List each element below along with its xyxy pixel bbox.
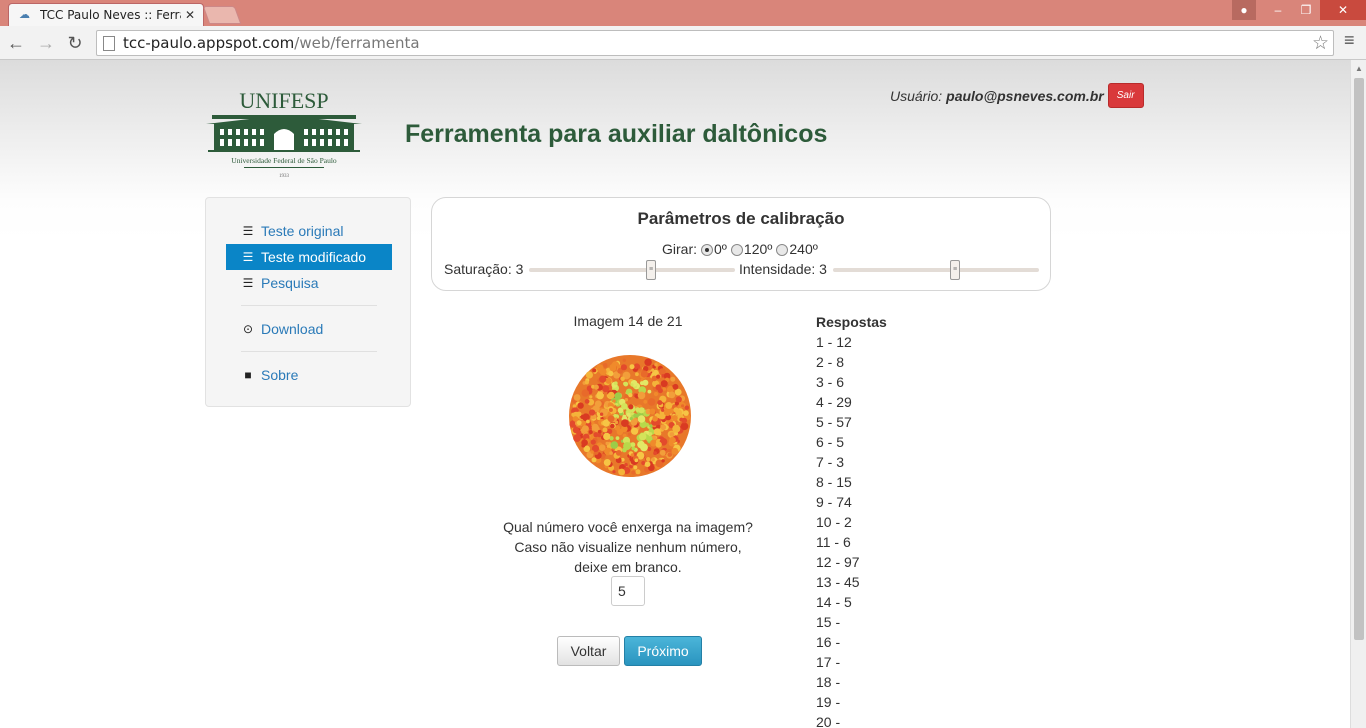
saturation-slider-track[interactable] bbox=[529, 268, 735, 272]
rotate-120-radio[interactable] bbox=[730, 244, 743, 256]
sidebar-item-pesquisa[interactable]: ☰ Pesquisa bbox=[226, 270, 392, 296]
answer-item: 2 - 8 bbox=[816, 354, 845, 370]
back-button[interactable]: Voltar bbox=[557, 636, 620, 666]
answer-item: 20 - bbox=[816, 714, 841, 728]
answer-item: 12 - 97 bbox=[816, 554, 860, 570]
image-caption: Imagem 14 de 21 bbox=[573, 313, 683, 329]
rotate-label: Girar: bbox=[662, 241, 697, 257]
answer-item: 6 - 5 bbox=[816, 434, 845, 450]
user-area: Usuário: paulo@psneves.com.br Sair bbox=[890, 83, 1144, 108]
browser-toolbar: ← → ↻ tcc-paulo.appspot.com/web/ferramen… bbox=[0, 26, 1366, 60]
tab-title: TCC Paulo Neves :: Ferram bbox=[40, 8, 181, 22]
svg-text:1933: 1933 bbox=[279, 174, 290, 179]
url-text: tcc-paulo.appspot.com/web/ferramenta bbox=[123, 34, 420, 52]
sidebar-item-label: Pesquisa bbox=[261, 275, 319, 291]
saturation-slider-handle[interactable]: ≡ bbox=[646, 260, 656, 280]
unifesp-logo: UNIFESP Universidade Federal de São Paul… bbox=[206, 88, 362, 179]
svg-text:UNIFESP: UNIFESP bbox=[239, 88, 328, 113]
download-icon: ⊙ bbox=[242, 322, 254, 336]
page-icon bbox=[103, 35, 115, 51]
calibration-title: Parâmetros de calibração bbox=[637, 209, 845, 228]
sidebar: ☰ Teste original ☰ Teste modificado ☰ Pe… bbox=[205, 197, 411, 407]
answer-input[interactable] bbox=[611, 576, 645, 606]
browser-titlebar: ☁ TCC Paulo Neves :: Ferram ✕ ● – ❐ ✕ bbox=[0, 0, 1366, 26]
intensity-label: Intensidade: 3 bbox=[739, 261, 827, 277]
user-email: paulo@psneves.com.br bbox=[946, 87, 1104, 104]
bookmark-star-icon[interactable]: ☆ bbox=[1312, 32, 1329, 55]
answer-item: 17 - bbox=[816, 654, 841, 670]
rotate-options: Girar: 0º 120º 240º bbox=[662, 241, 818, 257]
next-button[interactable]: Próximo bbox=[624, 636, 702, 666]
answer-item: 10 - 2 bbox=[816, 514, 852, 530]
rotate-option-label: 240º bbox=[789, 241, 818, 257]
sidebar-item-label: Download bbox=[261, 321, 324, 337]
minimize-button[interactable]: – bbox=[1264, 0, 1292, 20]
answer-item: 13 - 45 bbox=[816, 574, 860, 590]
close-window-button[interactable]: ✕ bbox=[1320, 0, 1366, 20]
answer-item: 11 - 6 bbox=[816, 534, 851, 550]
reload-icon[interactable]: ↻ bbox=[63, 31, 87, 55]
sidebar-divider bbox=[241, 305, 377, 306]
answer-item: 8 - 15 bbox=[816, 474, 852, 490]
rotate-option-label: 120º bbox=[743, 241, 773, 257]
page-content: UNIFESP Universidade Federal de São Paul… bbox=[0, 60, 1350, 728]
answer-item: 9 - 74 bbox=[816, 494, 852, 510]
calibration-panel: Parâmetros de calibração Girar: 0º 120º … bbox=[431, 197, 1051, 291]
sidebar-item-label: Teste modificado bbox=[261, 249, 367, 265]
list-icon: ☰ bbox=[242, 250, 254, 264]
answer-item: 7 - 3 bbox=[816, 454, 845, 470]
scroll-up-arrow-icon[interactable]: ▲ bbox=[1355, 64, 1363, 73]
intensity-slider-handle[interactable]: ≡ bbox=[950, 260, 960, 280]
intensity-slider-track[interactable] bbox=[833, 268, 1039, 272]
favicon-icon: ☁ bbox=[19, 9, 30, 21]
url-path: /web/ferramenta bbox=[294, 34, 420, 52]
answer-item: 15 - bbox=[816, 614, 841, 630]
sidebar-item-label: Teste original bbox=[261, 223, 344, 239]
answer-item: 4 - 29 bbox=[816, 394, 852, 410]
user-label: Usuário: bbox=[890, 87, 943, 104]
answer-item: 19 - bbox=[816, 694, 841, 710]
answers-title: Respostas bbox=[816, 314, 887, 330]
page-scrollbar[interactable]: ▲ bbox=[1350, 60, 1366, 728]
url-host: tcc-paulo.appspot.com bbox=[123, 34, 295, 52]
logout-button[interactable]: Sair bbox=[1107, 83, 1144, 108]
profile-icon[interactable]: ● bbox=[1232, 0, 1256, 20]
answer-item: 14 - 5 bbox=[816, 594, 852, 610]
book-icon: ■ bbox=[244, 368, 252, 382]
svg-text:Universidade Federal de São Pa: Universidade Federal de São Paulo bbox=[231, 156, 337, 165]
rotate-option-label: 0º bbox=[714, 241, 727, 257]
rotate-240-radio[interactable] bbox=[776, 244, 789, 256]
sidebar-divider bbox=[241, 351, 377, 352]
scrollbar-thumb[interactable] bbox=[1354, 78, 1364, 640]
forward-arrow-icon[interactable]: → bbox=[34, 31, 58, 55]
answer-item: 5 - 57 bbox=[816, 414, 852, 430]
tab-close-icon[interactable]: ✕ bbox=[185, 8, 195, 22]
answer-item: 3 - 6 bbox=[816, 374, 845, 390]
browser-tab[interactable]: ☁ TCC Paulo Neves :: Ferram ✕ bbox=[8, 3, 204, 26]
ishihara-plate-image bbox=[569, 355, 691, 477]
rotate-0-radio[interactable] bbox=[701, 244, 713, 256]
sidebar-item-teste-original[interactable]: ☰ Teste original bbox=[226, 218, 392, 244]
browser-menu-icon[interactable]: ≡ bbox=[1344, 31, 1358, 49]
answer-item: 16 - bbox=[816, 634, 841, 650]
window-controls: ● – ❐ ✕ bbox=[1232, 0, 1366, 20]
page-title: Ferramenta para auxiliar daltônicos bbox=[405, 120, 828, 148]
question-text: Qual número você enxerga na imagem? Caso… bbox=[503, 519, 753, 575]
new-tab-button[interactable] bbox=[202, 6, 242, 24]
answer-item: 18 - bbox=[816, 674, 841, 690]
saturation-label: Saturação: 3 bbox=[444, 261, 524, 277]
answers-list: Respostas 1 - 12 2 - 8 3 - 6 4 - 29 5 - 57 6 … bbox=[816, 312, 887, 728]
list-icon: ☰ bbox=[242, 276, 254, 290]
sidebar-item-label: Sobre bbox=[261, 367, 299, 383]
restore-button[interactable]: ❐ bbox=[1292, 0, 1320, 20]
back-arrow-icon[interactable]: ← bbox=[4, 31, 28, 55]
address-bar[interactable]: tcc-paulo.appspot.com/web/ferramenta ☆ bbox=[96, 30, 1334, 56]
list-icon: ☰ bbox=[242, 224, 254, 238]
sidebar-item-teste-modificado[interactable]: ☰ Teste modificado bbox=[226, 244, 392, 270]
answer-item: 1 - 12 bbox=[816, 334, 852, 350]
sidebar-item-download[interactable]: ⊙ Download bbox=[226, 316, 392, 342]
sidebar-item-sobre[interactable]: ■ Sobre bbox=[226, 362, 392, 388]
